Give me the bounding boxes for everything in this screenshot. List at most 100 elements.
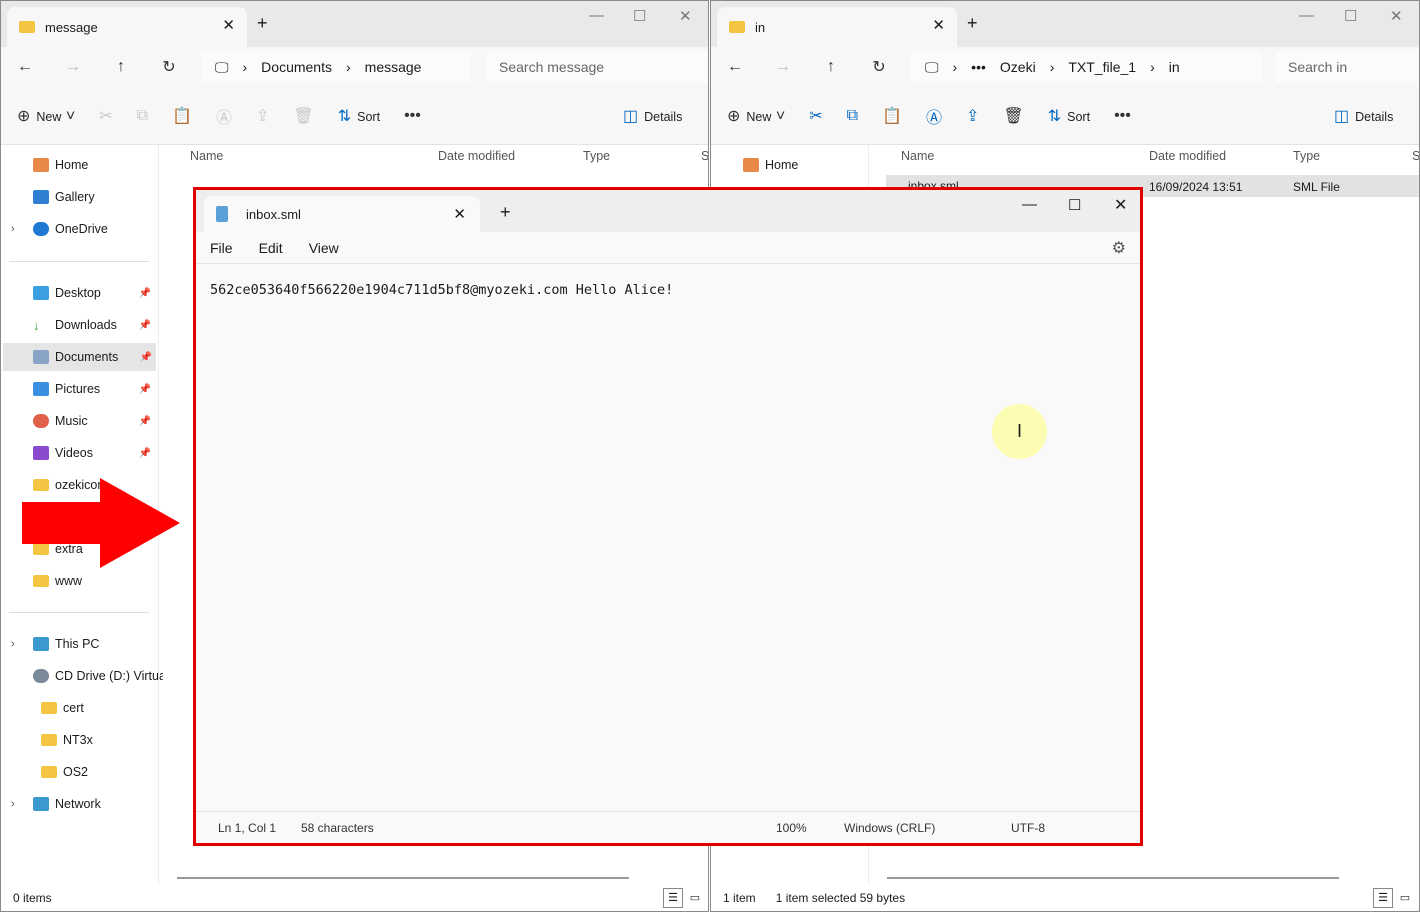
breadcrumb-ozeki[interactable]: Ozeki: [1000, 59, 1036, 75]
new-tab-button[interactable]: +: [257, 13, 268, 34]
cut-icon[interactable]: ✂: [809, 106, 822, 126]
sidebar-item-home[interactable]: Home: [33, 151, 155, 179]
item-count: 1 item: [723, 891, 756, 905]
rename-icon[interactable]: Ⓐ: [216, 104, 232, 128]
cut-icon[interactable]: ✂: [99, 106, 112, 126]
search-input[interactable]: Search message: [487, 51, 708, 83]
close-tab-icon[interactable]: ✕: [453, 205, 466, 223]
column-size[interactable]: S: [1412, 149, 1419, 163]
forward-button[interactable]: →: [759, 58, 807, 76]
delete-icon[interactable]: 🗑: [293, 106, 313, 126]
close-button[interactable]: ✕: [1114, 195, 1127, 215]
minimize-button[interactable]: —: [1022, 196, 1037, 213]
character-count: 58 characters: [301, 821, 374, 835]
refresh-button[interactable]: ↻: [855, 57, 903, 77]
refresh-button[interactable]: ↻: [145, 57, 193, 77]
column-date[interactable]: Date modified: [438, 149, 515, 163]
close-tab-icon[interactable]: ✕: [222, 16, 235, 34]
delete-icon[interactable]: 🗑: [1003, 106, 1023, 126]
zoom-level: 100%: [776, 821, 807, 835]
share-icon[interactable]: ⇪: [256, 106, 269, 126]
sidebar-item-onedrive[interactable]: › OneDrive: [11, 215, 155, 243]
column-size[interactable]: S: [701, 149, 708, 163]
column-name[interactable]: Name: [901, 149, 934, 163]
breadcrumb-documents[interactable]: Documents: [261, 59, 332, 75]
minimize-button[interactable]: —: [589, 7, 604, 24]
new-button[interactable]: ⊕ New ˅: [727, 106, 785, 126]
more-button[interactable]: •••: [1114, 107, 1131, 125]
sidebar-item-gallery[interactable]: Gallery: [33, 183, 155, 211]
sidebar-item-this-pc[interactable]: › This PC: [11, 630, 155, 658]
breadcrumb-in[interactable]: in: [1169, 59, 1180, 75]
new-tab-button[interactable]: +: [500, 202, 511, 223]
paste-icon[interactable]: 📋: [882, 106, 902, 126]
menu-edit[interactable]: Edit: [259, 240, 283, 256]
sidebar-item-home[interactable]: Home: [743, 151, 865, 179]
sidebar-item-nt3x[interactable]: NT3x: [41, 726, 163, 754]
more-button[interactable]: •••: [404, 107, 421, 125]
sidebar-item-videos[interactable]: Videos 📌: [33, 439, 155, 467]
tab-inbox-sml[interactable]: inbox.sml ✕: [204, 196, 480, 232]
back-button[interactable]: ←: [711, 58, 759, 76]
maximize-button[interactable]: ☐: [633, 7, 646, 25]
menu-file[interactable]: File: [210, 240, 233, 256]
address-bar[interactable]: 🖵 › ••• Ozeki › TXT_file_1 › in: [911, 51, 1261, 83]
sidebar-item-desktop[interactable]: Desktop 📌: [33, 279, 155, 307]
settings-icon[interactable]: ⚙: [1112, 238, 1126, 258]
minimize-button[interactable]: —: [1299, 7, 1314, 24]
address-bar[interactable]: 🖵 › Documents › message: [201, 51, 471, 83]
sidebar-item-documents[interactable]: Documents 📌: [3, 343, 156, 371]
notepad-window: inbox.sml ✕ + — ☐ ✕ File Edit View ⚙ 562…: [193, 187, 1143, 846]
tab-message[interactable]: message ✕: [7, 7, 247, 47]
sidebar-item-downloads[interactable]: ↓ Downloads 📌: [33, 311, 155, 339]
copy-icon[interactable]: ⧉: [847, 107, 858, 125]
sidebar-item-cert[interactable]: cert: [41, 694, 163, 722]
maximize-button[interactable]: ☐: [1068, 196, 1081, 214]
details-button[interactable]: ◫ Details: [623, 106, 682, 126]
details-view-button[interactable]: ☰: [663, 888, 683, 908]
selection-info: 1 item selected 59 bytes: [775, 891, 906, 905]
column-name[interactable]: Name: [190, 149, 223, 163]
horizontal-scrollbar[interactable]: [887, 877, 1339, 879]
details-button[interactable]: ◫ Details: [1334, 106, 1393, 126]
tab-in[interactable]: in ✕: [717, 7, 957, 47]
text-editor[interactable]: 562ce053640f566220e1904c711d5bf8@myozeki…: [210, 282, 673, 298]
up-button[interactable]: ↑: [807, 58, 855, 76]
new-button[interactable]: ⊕ New ˅: [17, 106, 75, 126]
sort-button[interactable]: ⇅ Sort: [1048, 106, 1090, 126]
close-button[interactable]: ✕: [1390, 7, 1403, 25]
forward-button[interactable]: →: [49, 58, 97, 76]
horizontal-scrollbar[interactable]: [177, 877, 629, 879]
breadcrumb-message[interactable]: message: [365, 59, 422, 75]
close-button[interactable]: ✕: [679, 7, 692, 25]
sidebar-item-cd-drive[interactable]: ˅CD Drive (D:) Virtua: [33, 662, 163, 690]
details-view-button[interactable]: ☰: [1373, 888, 1393, 908]
cursor-position: Ln 1, Col 1: [218, 821, 277, 835]
column-type[interactable]: Type: [1293, 149, 1320, 163]
breadcrumb-txt-file-1[interactable]: TXT_file_1: [1068, 59, 1136, 75]
sort-button[interactable]: ⇅ Sort: [338, 106, 380, 126]
sidebar-item-music[interactable]: Music 📌: [33, 407, 155, 435]
search-input[interactable]: Search in: [1276, 51, 1419, 83]
sidebar-item-pictures[interactable]: Pictures 📌: [33, 375, 155, 403]
new-tab-button[interactable]: +: [967, 13, 978, 34]
column-type[interactable]: Type: [583, 149, 610, 163]
column-date[interactable]: Date modified: [1149, 149, 1226, 163]
tiles-view-button[interactable]: ▭: [685, 888, 705, 908]
back-button[interactable]: ←: [1, 58, 49, 76]
close-tab-icon[interactable]: ✕: [932, 16, 945, 34]
paste-icon[interactable]: 📋: [172, 106, 192, 126]
up-button[interactable]: ↑: [97, 58, 145, 76]
file-date: 16/09/2024 13:51: [1149, 180, 1243, 194]
sidebar-item-network[interactable]: › Network: [11, 790, 155, 818]
menu-view[interactable]: View: [309, 240, 339, 256]
sidebar-item-os2[interactable]: OS2: [41, 758, 163, 786]
breadcrumb-overflow[interactable]: •••: [971, 59, 986, 75]
maximize-button[interactable]: ☐: [1344, 7, 1357, 25]
tab-bar: in ✕ + — ☐ ✕: [711, 1, 1419, 47]
share-icon[interactable]: ⇪: [966, 106, 979, 126]
sidebar-item-www[interactable]: www: [33, 567, 155, 595]
copy-icon[interactable]: ⧉: [137, 107, 148, 125]
tiles-view-button[interactable]: ▭: [1395, 888, 1415, 908]
rename-icon[interactable]: Ⓐ: [926, 104, 942, 128]
